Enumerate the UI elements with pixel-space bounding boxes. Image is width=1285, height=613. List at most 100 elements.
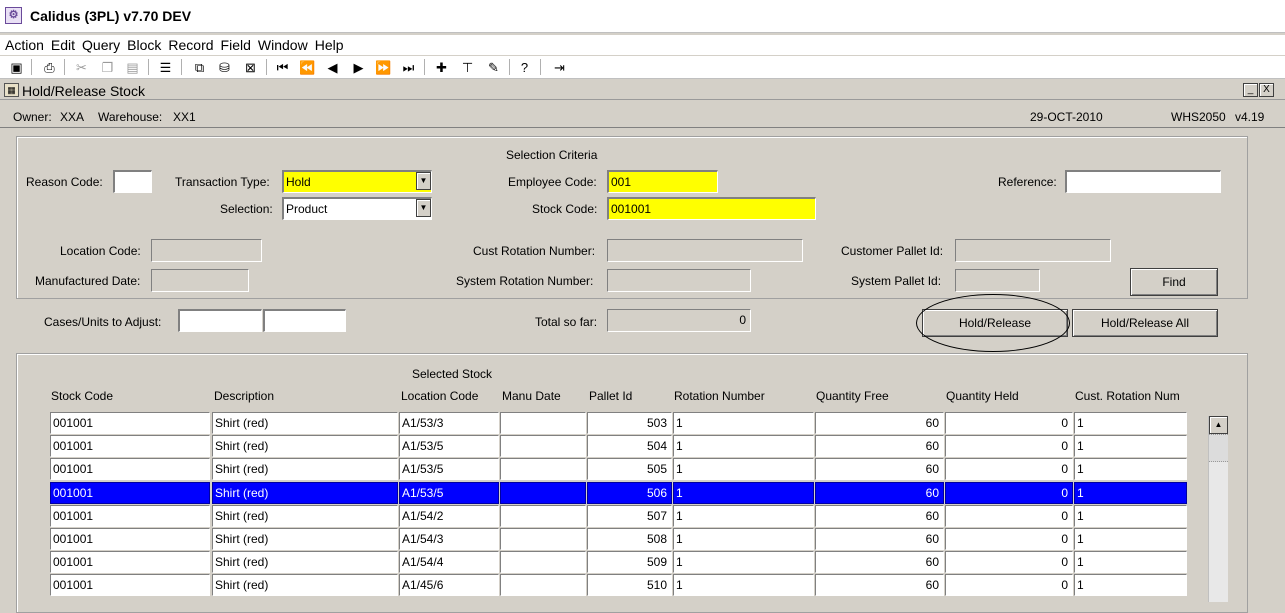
cell-pallet-id[interactable]: 505	[587, 458, 672, 480]
print-icon[interactable]: ⎙	[40, 58, 59, 77]
cell-description[interactable]: Shirt (red)	[212, 551, 398, 573]
cell-pallet-id[interactable]: 509	[587, 551, 672, 573]
cell-location-code[interactable]: A1/53/5	[399, 435, 499, 457]
next-record-icon[interactable]: ▶	[349, 58, 368, 77]
menu-window[interactable]: Window	[254, 35, 311, 53]
menu-record[interactable]: Record	[164, 35, 216, 53]
cell-cust-rotation-num[interactable]: 1	[1074, 412, 1187, 434]
last-record-icon[interactable]: ⏭	[399, 58, 418, 77]
cell-rotation-number[interactable]: 1	[673, 482, 814, 504]
chevron-down-icon[interactable]: ▼	[416, 199, 431, 217]
cell-quantity-held[interactable]: 0	[945, 412, 1073, 434]
cell-location-code[interactable]: A1/54/4	[399, 551, 499, 573]
paste-icon[interactable]: ▤	[123, 58, 142, 77]
stock-code-field[interactable]: 001001	[607, 197, 816, 220]
scroll-up-icon[interactable]: ▲	[1209, 416, 1228, 434]
selection-select[interactable]: Product ▼	[282, 197, 432, 220]
reason-code-field[interactable]	[113, 170, 152, 193]
reference-field[interactable]	[1065, 170, 1221, 193]
cell-cust-rotation-num[interactable]: 1	[1074, 551, 1187, 573]
cust-rotation-field[interactable]	[607, 239, 803, 262]
cell-cust-rotation-num[interactable]: 1	[1074, 458, 1187, 480]
cell-pallet-id[interactable]: 508	[587, 528, 672, 550]
cell-stock-code[interactable]: 001001	[50, 458, 210, 480]
transaction-type-select[interactable]: Hold ▼	[282, 170, 432, 193]
minimize-button[interactable]: _	[1243, 83, 1258, 97]
cell-stock-code[interactable]: 001001	[50, 574, 210, 596]
cases-field[interactable]	[178, 309, 262, 332]
cell-quantity-held[interactable]: 0	[945, 435, 1073, 457]
cell-rotation-number[interactable]: 1	[673, 574, 814, 596]
hold-release-all-button[interactable]: Hold/Release All	[1072, 309, 1218, 337]
cell-stock-code[interactable]: 001001	[50, 435, 210, 457]
system-rotation-field[interactable]	[607, 269, 751, 292]
save-icon[interactable]: ▣	[7, 58, 26, 77]
cell-rotation-number[interactable]: 1	[673, 435, 814, 457]
cell-manu-date[interactable]	[500, 435, 586, 457]
employee-code-field[interactable]: 001	[607, 170, 718, 193]
cell-rotation-number[interactable]: 1	[673, 551, 814, 573]
cell-quantity-free[interactable]: 60	[815, 435, 944, 457]
cell-cust-rotation-num[interactable]: 1	[1074, 482, 1187, 504]
cell-location-code[interactable]: A1/53/3	[399, 412, 499, 434]
cell-quantity-free[interactable]: 60	[815, 458, 944, 480]
cell-cust-rotation-num[interactable]: 1	[1074, 435, 1187, 457]
menu-action[interactable]: Action	[0, 35, 47, 53]
previous-block-icon[interactable]: ⏪	[298, 58, 317, 77]
find-button[interactable]: Find	[1130, 268, 1218, 296]
cell-manu-date[interactable]	[500, 528, 586, 550]
cell-quantity-free[interactable]: 60	[815, 505, 944, 527]
cell-cust-rotation-num[interactable]: 1	[1074, 574, 1187, 596]
cancel-query-icon[interactable]: ⊠	[241, 58, 260, 77]
cell-location-code[interactable]: A1/54/2	[399, 505, 499, 527]
cell-quantity-held[interactable]: 0	[945, 505, 1073, 527]
units-field[interactable]	[263, 309, 346, 332]
customer-pallet-field[interactable]	[955, 239, 1111, 262]
cell-description[interactable]: Shirt (red)	[212, 435, 398, 457]
cell-manu-date[interactable]	[500, 482, 586, 504]
cell-stock-code[interactable]: 001001	[50, 551, 210, 573]
delete-record-icon[interactable]: ⊤	[458, 58, 477, 77]
scroll-thumb[interactable]	[1209, 434, 1228, 462]
cell-pallet-id[interactable]: 503	[587, 412, 672, 434]
menu-field[interactable]: Field	[217, 35, 254, 53]
cell-description[interactable]: Shirt (red)	[212, 574, 398, 596]
cell-manu-date[interactable]	[500, 505, 586, 527]
cell-stock-code[interactable]: 001001	[50, 412, 210, 434]
cell-rotation-number[interactable]: 1	[673, 412, 814, 434]
hold-release-button[interactable]: Hold/Release	[922, 309, 1068, 337]
app-crest-icon[interactable]: ⚙	[5, 7, 22, 24]
cell-quantity-free[interactable]: 60	[815, 528, 944, 550]
cell-description[interactable]: Shirt (red)	[212, 505, 398, 527]
cell-stock-code[interactable]: 001001	[50, 482, 210, 504]
cell-cust-rotation-num[interactable]: 1	[1074, 505, 1187, 527]
cell-rotation-number[interactable]: 1	[673, 505, 814, 527]
cell-location-code[interactable]: A1/53/5	[399, 458, 499, 480]
clear-record-icon[interactable]: ✎	[484, 58, 503, 77]
previous-record-icon[interactable]: ◀	[323, 58, 342, 77]
cell-quantity-free[interactable]: 60	[815, 551, 944, 573]
chevron-down-icon[interactable]: ▼	[416, 172, 431, 190]
cell-quantity-free[interactable]: 60	[815, 574, 944, 596]
cell-stock-code[interactable]: 001001	[50, 528, 210, 550]
cell-quantity-held[interactable]: 0	[945, 482, 1073, 504]
list-icon[interactable]: ☰	[156, 58, 175, 77]
cell-pallet-id[interactable]: 506	[587, 482, 672, 504]
cell-pallet-id[interactable]: 504	[587, 435, 672, 457]
cell-description[interactable]: Shirt (red)	[212, 482, 398, 504]
cell-description[interactable]: Shirt (red)	[212, 412, 398, 434]
menu-query[interactable]: Query	[78, 35, 123, 53]
cell-location-code[interactable]: A1/45/6	[399, 574, 499, 596]
enter-query-icon[interactable]: ⧉	[190, 58, 209, 77]
cell-quantity-free[interactable]: 60	[815, 412, 944, 434]
system-pallet-field[interactable]	[955, 269, 1040, 292]
exit-icon[interactable]: ⇥	[550, 58, 569, 77]
first-record-icon[interactable]: ⏮	[273, 58, 292, 77]
cell-manu-date[interactable]	[500, 458, 586, 480]
help-icon[interactable]: ?	[515, 58, 534, 77]
location-code-field[interactable]	[151, 239, 262, 262]
menu-block[interactable]: Block	[123, 35, 164, 53]
cell-location-code[interactable]: A1/54/3	[399, 528, 499, 550]
cell-quantity-held[interactable]: 0	[945, 551, 1073, 573]
menu-edit[interactable]: Edit	[47, 35, 78, 53]
